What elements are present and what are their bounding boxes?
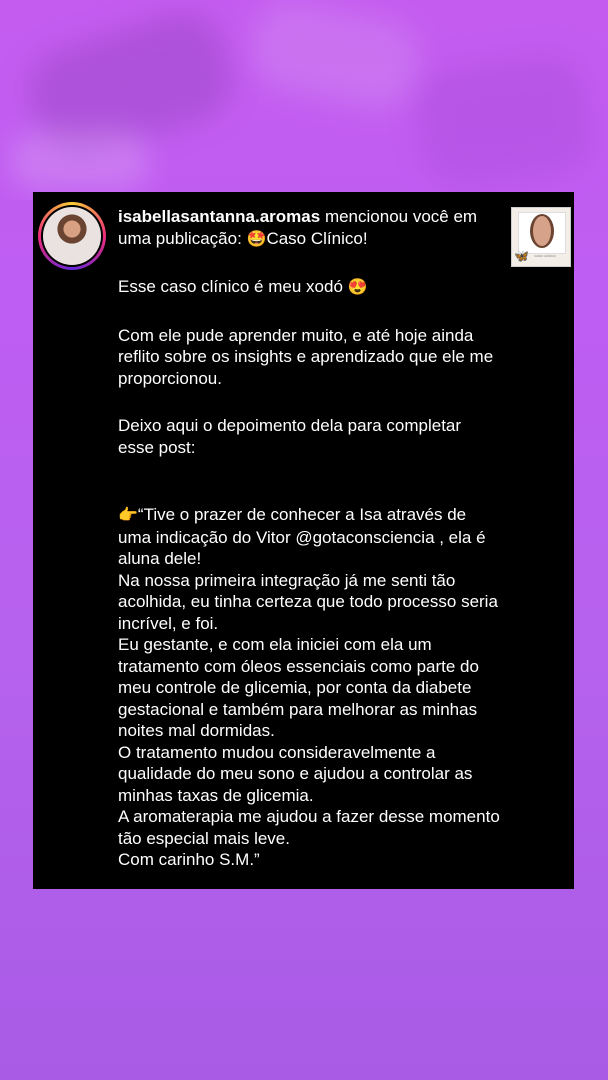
notification-text: isabellasantanna.aromas mencionou você e… <box>118 206 500 871</box>
username-link[interactable]: isabellasantanna.aromas <box>118 207 320 226</box>
background-blur <box>0 0 608 200</box>
quote-text: “Tive o prazer de conhecer a Isa através… <box>118 505 486 568</box>
paragraph-1-text: Esse caso clínico é meu xodó <box>118 277 348 296</box>
star-struck-emoji-icon: 🤩 <box>246 230 267 248</box>
quote-line: O tratamento mudou consideravelmente a q… <box>118 742 473 805</box>
pointing-hand-emoji-icon: 👉 <box>118 507 138 524</box>
blur-shape <box>412 48 598 192</box>
thumbnail-photo <box>518 212 566 254</box>
mention-notification-card[interactable]: 🦋 CASO CLÍNICO isabellasantanna.aromas m… <box>33 192 574 889</box>
post-title: Caso Clínico! <box>266 228 368 248</box>
mention-line: isabellasantanna.aromas mencionou você e… <box>118 206 500 250</box>
quote-line: A aromaterapia me ajudou a fazer desse m… <box>118 807 500 848</box>
paragraph-2: Com ele pude aprender muito, e até hoje … <box>118 325 494 388</box>
paragraph-1: Esse caso clínico é meu xodó 😍 <box>118 276 500 299</box>
quote-line: Na nossa primeira integração já me senti… <box>118 570 498 633</box>
avatar[interactable] <box>43 207 101 265</box>
avatar-story-ring[interactable] <box>38 202 106 270</box>
blur-shape <box>10 130 150 190</box>
avatar-ring-gap <box>41 205 103 267</box>
heart-eyes-emoji-icon: 😍 <box>347 279 368 296</box>
quote-line: Eu gestante, e com ela iniciei com ela u… <box>118 635 479 740</box>
paragraph-3: Deixo aqui o depoimento dela para comple… <box>118 416 462 457</box>
blur-shape <box>242 0 428 117</box>
quote-line: Com carinho S.M.” <box>118 850 260 869</box>
thumbnail-caption: CASO CLÍNICO <box>534 254 556 258</box>
thumbnail-face <box>533 216 551 246</box>
quote-line: 👉“Tive o prazer de conhecer a Isa atravé… <box>118 504 500 570</box>
post-thumbnail[interactable]: 🦋 CASO CLÍNICO <box>511 207 571 267</box>
